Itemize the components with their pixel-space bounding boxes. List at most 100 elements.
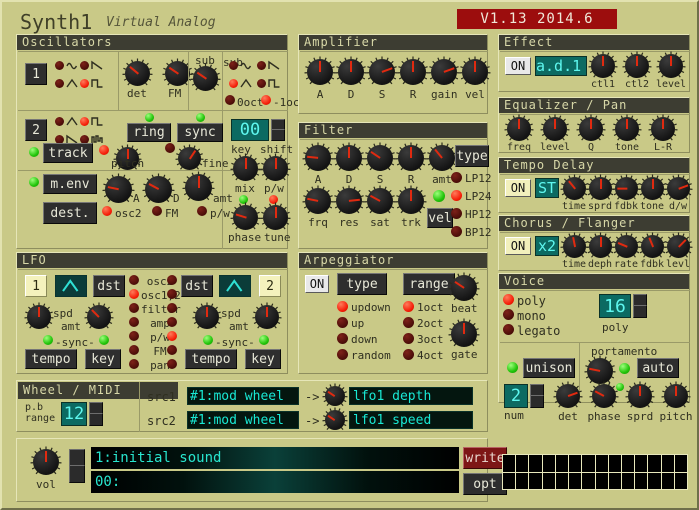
filter-S-knob[interactable] <box>367 145 393 171</box>
osc2-fine-knob[interactable] <box>178 147 201 170</box>
lfo1-spd-knob[interactable] <box>27 305 51 329</box>
keyboard-cell[interactable] <box>582 455 594 472</box>
unison-det-knob[interactable] <box>556 384 580 408</box>
osc2-pitch-led[interactable] <box>99 145 109 155</box>
amp-vel-knob[interactable] <box>462 59 488 85</box>
osc2-wave-led-triangle[interactable] <box>55 117 64 126</box>
chorus-time-knob[interactable] <box>563 235 586 258</box>
arp-beat-knob[interactable] <box>451 275 477 301</box>
filter-type-led-2[interactable] <box>451 208 462 219</box>
key-shift-spinner[interactable] <box>271 119 285 141</box>
delay-sprd-knob[interactable] <box>589 177 612 200</box>
sub-knob[interactable] <box>193 66 218 91</box>
lfo1-dest-led-3[interactable] <box>129 317 139 327</box>
arp-type-led-3[interactable] <box>337 349 348 360</box>
wheel-source-1[interactable]: #1:mod wheel <box>187 411 299 429</box>
keyboard-cell[interactable] <box>556 455 568 472</box>
voice-poly-spinner-down[interactable] <box>633 305 647 318</box>
modenv-d-knob[interactable] <box>145 176 172 203</box>
sub-oct-led-0[interactable] <box>225 95 235 105</box>
lfo2-tempo-button[interactable]: tempo <box>185 349 237 369</box>
delay-mode-display[interactable]: ST <box>535 178 559 198</box>
lfo1-tempo-button[interactable]: tempo <box>25 349 77 369</box>
chorus-on-button[interactable]: ON <box>505 237 531 255</box>
keyboard-column[interactable] <box>529 455 541 489</box>
eq-L-R-knob[interactable] <box>651 117 675 141</box>
lfo2-sync-led-right[interactable] <box>259 335 269 345</box>
keyboard-cell[interactable] <box>635 455 647 472</box>
keyboard-cell[interactable] <box>662 473 674 490</box>
arp-on-button[interactable]: ON <box>305 275 329 293</box>
unison-phase-led[interactable] <box>616 383 624 391</box>
sub-oct-led-1[interactable] <box>261 95 271 105</box>
modenv-led[interactable] <box>29 177 39 187</box>
lfo1-dest-led-6[interactable] <box>129 359 139 369</box>
effect-ctl2-knob[interactable] <box>625 54 649 78</box>
sub-wave-led-triangle[interactable] <box>229 79 238 88</box>
keyboard-cell[interactable] <box>556 473 568 490</box>
keyboard-column[interactable] <box>516 455 528 489</box>
unison-led[interactable] <box>507 362 518 373</box>
unison-sprd-knob[interactable] <box>628 384 652 408</box>
keyboard-column[interactable] <box>582 455 594 489</box>
delay-tone-knob[interactable] <box>641 177 664 200</box>
arp-range-led-1[interactable] <box>403 317 414 328</box>
lfo1-num-button[interactable]: 1 <box>25 275 47 297</box>
arp-type-led-0[interactable] <box>337 301 348 312</box>
lfo1-sync-led-left[interactable] <box>43 335 53 345</box>
tune-knob[interactable] <box>263 205 288 230</box>
keyboard-column[interactable] <box>503 455 515 489</box>
osc2-wave-led-square[interactable] <box>80 117 89 126</box>
delay-time-knob[interactable] <box>563 177 586 200</box>
filter-type-led-1[interactable] <box>451 190 462 201</box>
lfo2-spd-knob[interactable] <box>195 305 219 329</box>
voice-poly-spinner[interactable] <box>633 294 647 318</box>
effect-level-knob[interactable] <box>659 54 683 78</box>
unison-pitch-knob[interactable] <box>664 384 688 408</box>
modenv-dest-button[interactable]: dest. <box>43 202 97 224</box>
track-led[interactable] <box>29 147 39 157</box>
sub-wave-led-sine[interactable] <box>229 61 238 70</box>
patch-spinner-down[interactable] <box>69 465 85 483</box>
lfo1-dest-led-5[interactable] <box>129 345 139 355</box>
delay-on-button[interactable]: ON <box>505 179 531 197</box>
keyboard-cell[interactable] <box>503 455 515 472</box>
keyboard-column[interactable] <box>556 455 568 489</box>
chorus-rate-knob[interactable] <box>615 235 638 258</box>
filter-type-button[interactable]: type <box>455 145 489 167</box>
keyboard-cell[interactable] <box>529 455 541 472</box>
keyboard-cell[interactable] <box>516 455 528 472</box>
filter-type-led-3[interactable] <box>451 226 462 237</box>
amp-gain-knob[interactable] <box>431 59 457 85</box>
auto-button[interactable]: auto <box>637 358 679 378</box>
voice-poly-display[interactable]: 16 <box>599 294 631 318</box>
filter-sat-knob[interactable] <box>367 188 393 214</box>
patch-name-display[interactable]: 1:initial sound <box>91 447 459 469</box>
lfo2-dest-led-3[interactable] <box>167 317 177 327</box>
keyboard-cell[interactable] <box>662 455 674 472</box>
filter-trk-knob[interactable] <box>398 188 424 214</box>
delay-fdbk-knob[interactable] <box>615 177 638 200</box>
lfo2-num-button[interactable]: 2 <box>259 275 281 297</box>
unison-num-spinner[interactable] <box>530 384 544 408</box>
lfo1-dest-led-2[interactable] <box>129 303 139 313</box>
lfo2-sync-led-left[interactable] <box>203 335 213 345</box>
lfo2-dest-led-1[interactable] <box>167 289 177 299</box>
keyboard-column[interactable] <box>675 455 687 489</box>
track-button[interactable]: track <box>43 143 93 163</box>
amp-R-knob[interactable] <box>400 59 426 85</box>
arp-type-led-2[interactable] <box>337 333 348 344</box>
effect-type-display[interactable]: a.d.1 <box>535 56 587 76</box>
filter-frq-knob[interactable] <box>305 188 331 214</box>
voice-mode-led-0[interactable] <box>503 294 514 305</box>
ring-button[interactable]: ring <box>127 123 171 142</box>
delay-d/w-knob[interactable] <box>667 177 690 200</box>
keyboard-cell[interactable] <box>609 473 621 490</box>
keyboard-column[interactable] <box>622 455 634 489</box>
wheel-dest-1[interactable]: lfo1 speed <box>349 411 473 429</box>
lfo2-dst-button[interactable]: dst <box>181 275 213 297</box>
sync-led[interactable] <box>196 113 205 122</box>
osc1-wave-led-triangle[interactable] <box>55 79 64 88</box>
filter-A-knob[interactable] <box>305 145 331 171</box>
filter-amt-knob[interactable] <box>429 145 455 171</box>
